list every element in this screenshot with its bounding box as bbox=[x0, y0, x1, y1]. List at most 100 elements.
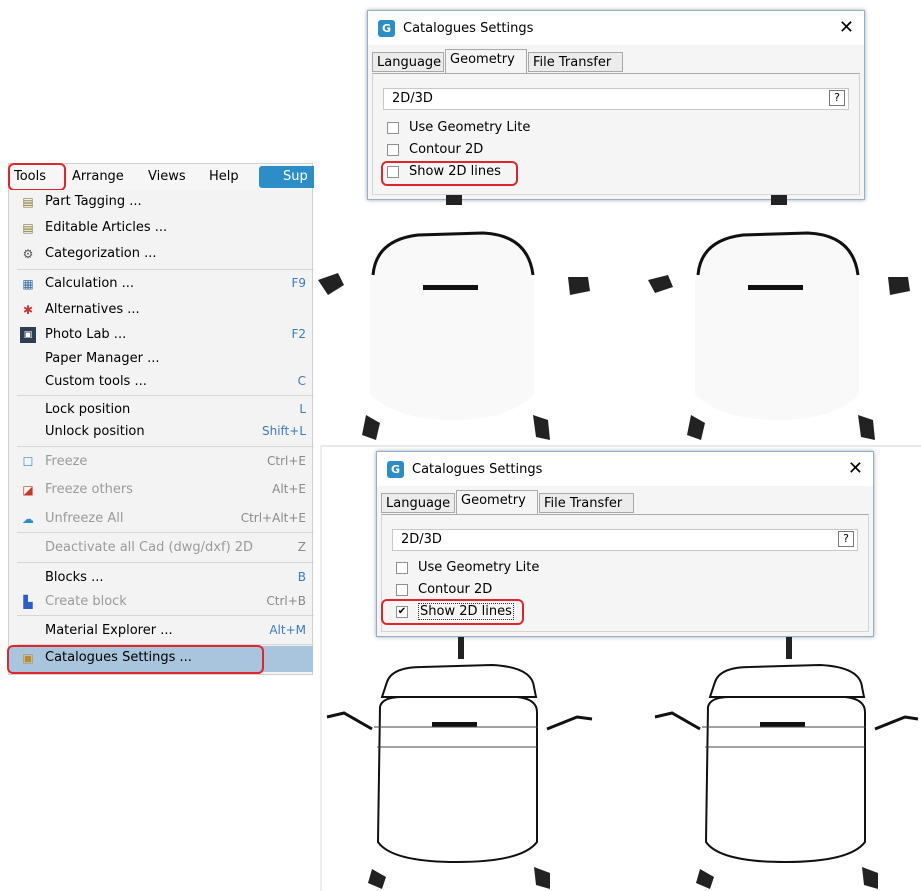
shortcut-label: Alt+M bbox=[269, 623, 306, 637]
categorization-icon: ⚙ bbox=[22, 247, 34, 261]
shortcut-label: Alt+E bbox=[272, 482, 306, 496]
show-2d-lines-highlight bbox=[381, 161, 518, 186]
dimension-select-value: 2D/3D bbox=[401, 532, 442, 547]
menu-item-label: Freeze bbox=[45, 454, 88, 469]
freeze-others-icon: ◪ bbox=[22, 483, 34, 497]
dialog-title: Catalogues Settings bbox=[412, 462, 543, 477]
shortcut-label: F9 bbox=[291, 276, 306, 290]
menu-item-label: Custom tools ... bbox=[45, 374, 147, 389]
menu-help[interactable]: Help bbox=[209, 169, 239, 184]
checkbox-label: Use Geometry Lite bbox=[418, 560, 540, 575]
trolley-model bbox=[654, 637, 919, 889]
shortcut-label: Z bbox=[297, 540, 306, 554]
trolley-model bbox=[318, 195, 590, 440]
menu-item-label: Lock position bbox=[45, 402, 131, 417]
support-button[interactable]: Sup bbox=[259, 166, 314, 188]
catalogues-settings-highlight bbox=[7, 645, 264, 674]
dimension-select-value: 2D/3D bbox=[392, 91, 433, 106]
checkbox[interactable] bbox=[396, 562, 408, 574]
menu-item-label: Unfreeze All bbox=[45, 511, 124, 526]
tools-menu: ▤ Part Tagging ... ▤ Editable Articles .… bbox=[8, 190, 314, 675]
menu-separator bbox=[17, 532, 314, 533]
part-tagging-icon: ▤ bbox=[22, 195, 34, 209]
dimension-select[interactable]: 2D/3D ? bbox=[383, 88, 849, 110]
shortcut-label: L bbox=[299, 402, 306, 416]
editable-articles-icon: ▤ bbox=[22, 221, 34, 235]
tab-language[interactable]: Language bbox=[381, 493, 455, 513]
help-button[interactable]: ? bbox=[829, 90, 845, 106]
menu-separator bbox=[17, 562, 314, 563]
shortcut-label: F2 bbox=[291, 327, 306, 341]
trolley-model bbox=[326, 637, 593, 889]
menu-item-alternatives[interactable]: ✱ Alternatives ... bbox=[17, 298, 314, 324]
menu-separator bbox=[17, 615, 314, 616]
checkbox[interactable] bbox=[387, 144, 399, 156]
checkbox[interactable] bbox=[387, 122, 399, 134]
dialog-title: Catalogues Settings bbox=[403, 21, 534, 36]
shortcut-label: Ctrl+Alt+E bbox=[240, 511, 306, 525]
freeze-icon: ☐ bbox=[22, 455, 34, 469]
create-block-icon: ▙ bbox=[23, 595, 33, 609]
close-icon[interactable]: ✕ bbox=[839, 17, 854, 38]
menu-item-custom-tools[interactable]: Custom tools ... C bbox=[17, 370, 314, 396]
menu-item-material-explorer[interactable]: Material Explorer ... Alt+M bbox=[17, 619, 314, 645]
menu-item-freeze[interactable]: ☐ Freeze Ctrl+E bbox=[17, 450, 314, 476]
menu-item-part-tagging[interactable]: ▤ Part Tagging ... bbox=[17, 190, 314, 216]
menu-item-label: Editable Articles ... bbox=[45, 220, 168, 235]
app-logo-icon: G bbox=[387, 461, 404, 478]
shortcut-label: Ctrl+E bbox=[267, 454, 306, 468]
tab-geometry[interactable]: Geometry bbox=[445, 49, 527, 74]
shortcut-label: Ctrl+B bbox=[266, 594, 306, 608]
model-render-without-lines bbox=[318, 195, 910, 440]
menu-item-label: Photo Lab ... bbox=[45, 327, 127, 342]
menu-item-blocks[interactable]: Blocks ... B bbox=[17, 566, 314, 592]
tab-language[interactable]: Language bbox=[372, 52, 444, 72]
calculator-icon: ▦ bbox=[22, 277, 34, 291]
menu-item-label: Calculation ... bbox=[45, 276, 135, 291]
help-button[interactable]: ? bbox=[838, 531, 854, 547]
checkbox-label: Contour 2D bbox=[409, 142, 484, 157]
menu-separator bbox=[17, 269, 314, 270]
menu-item-editable-articles[interactable]: ▤ Editable Articles ... bbox=[17, 216, 314, 242]
tab-geometry[interactable]: Geometry bbox=[456, 490, 538, 515]
menu-item-calculation[interactable]: ▦ Calculation ... F9 bbox=[17, 272, 314, 298]
dialog-title-bar: G Catalogues Settings ✕ bbox=[377, 452, 873, 486]
menu-item-unlock-position[interactable]: Unlock position Shift+L bbox=[17, 420, 314, 446]
checkbox[interactable] bbox=[396, 584, 408, 596]
menu-item-create-block[interactable]: ▙ Create block Ctrl+B bbox=[17, 590, 314, 616]
menu-arrange[interactable]: Arrange bbox=[72, 169, 124, 184]
menu-item-freeze-others[interactable]: ◪ Freeze others Alt+E bbox=[17, 478, 314, 504]
menu-item-label: Unlock position bbox=[45, 424, 145, 439]
app-logo-icon: G bbox=[378, 20, 395, 37]
menu-separator bbox=[17, 395, 314, 396]
menu-item-unfreeze-all[interactable]: ☁ Unfreeze All Ctrl+Alt+E bbox=[17, 507, 314, 533]
checkbox-label: Contour 2D bbox=[418, 582, 493, 597]
menu-item-label: Blocks ... bbox=[45, 570, 104, 585]
shortcut-label: B bbox=[297, 570, 306, 584]
checkbox-label: Use Geometry Lite bbox=[409, 120, 531, 135]
unfreeze-icon: ☁ bbox=[22, 512, 34, 526]
tab-file-transfer[interactable]: File Transfer bbox=[528, 52, 623, 72]
model-render-with-lines bbox=[326, 637, 919, 889]
menu-item-label: Part Tagging ... bbox=[45, 194, 142, 209]
menu-item-photo-lab[interactable]: ▣ Photo Lab ... F2 bbox=[17, 323, 314, 349]
alternatives-icon: ✱ bbox=[22, 303, 34, 317]
menu-separator bbox=[17, 446, 314, 447]
menu-item-label: Freeze others bbox=[45, 482, 133, 497]
panel-divider bbox=[320, 445, 921, 447]
dialog-title-bar: G Catalogues Settings ✕ bbox=[368, 11, 864, 45]
menu-item-label: Categorization ... bbox=[45, 246, 157, 261]
menu-item-categorization[interactable]: ⚙ Categorization ... bbox=[17, 242, 314, 268]
menu-item-label: Deactivate all Cad (dwg/dxf) 2D bbox=[45, 540, 254, 555]
menu-item-label: Create block bbox=[45, 594, 127, 609]
menu-item-deactivate-cad[interactable]: Deactivate all Cad (dwg/dxf) 2D Z bbox=[17, 536, 314, 562]
menu-views[interactable]: Views bbox=[148, 169, 186, 184]
trolley-model bbox=[648, 195, 910, 440]
menu-item-label: Alternatives ... bbox=[45, 302, 140, 317]
menu-item-label: Material Explorer ... bbox=[45, 623, 173, 638]
close-icon[interactable]: ✕ bbox=[848, 458, 863, 479]
dimension-select[interactable]: 2D/3D ? bbox=[392, 529, 858, 551]
tab-file-transfer[interactable]: File Transfer bbox=[539, 493, 634, 513]
shortcut-label: C bbox=[297, 374, 306, 388]
show-2d-lines-highlight bbox=[381, 599, 524, 625]
